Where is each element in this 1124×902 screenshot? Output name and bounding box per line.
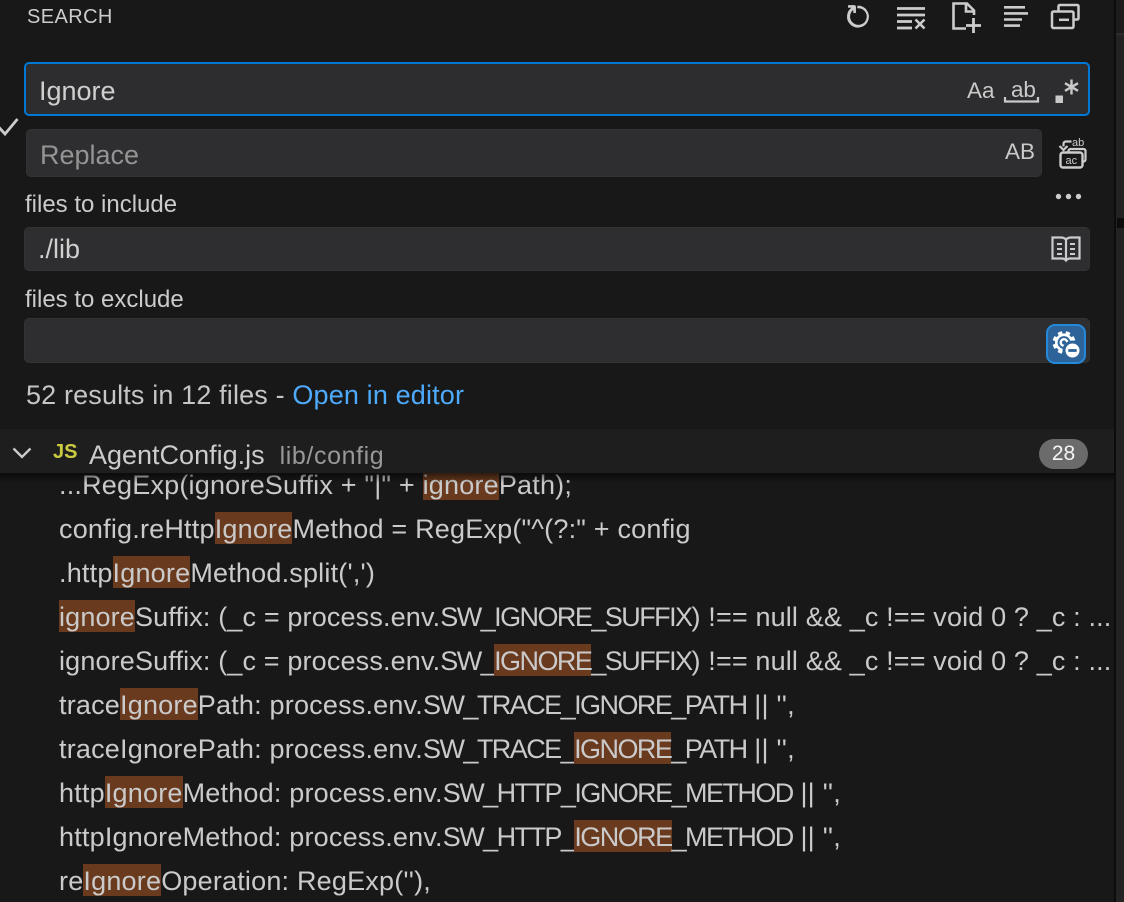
svg-text:ac: ac [1066, 155, 1078, 167]
svg-text:ab: ab [1072, 137, 1084, 149]
